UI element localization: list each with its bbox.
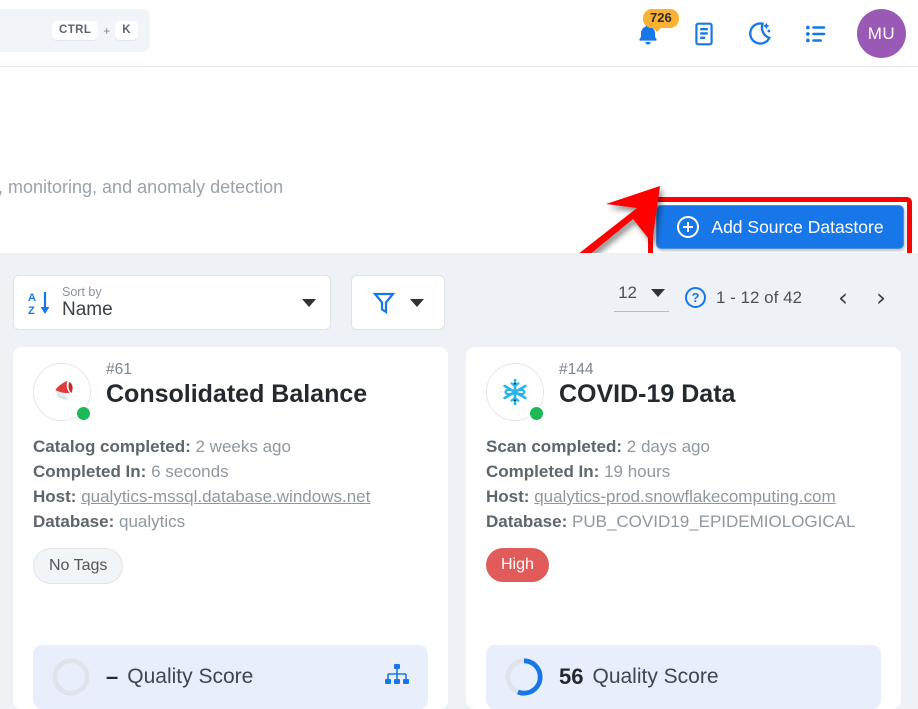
document-icon [695,22,713,45]
quality-score-label: Quality Score [127,665,254,688]
datastore-card[interactable]: #144 COVID-19 Data Scan completed: 2 day… [466,347,901,709]
tag-badge[interactable]: High [486,548,549,582]
filter-icon [372,292,396,314]
card-header: #61 Consolidated Balance [13,347,448,423]
sort-by-label: Sort by [62,284,102,299]
quality-score-label: Quality Score [592,665,719,688]
page-size-value: 12 [618,283,637,302]
moon-star-icon [749,21,771,45]
datastore-name: COVID-19 Data [559,380,736,408]
prev-page-button[interactable]: ‹ [824,285,862,310]
avatar-initials: MU [867,23,896,43]
hierarchy-icon[interactable] [384,663,410,691]
card-title-block: #144 COVID-19 Data [559,361,735,409]
filter-dropdown[interactable] [351,275,445,330]
meta-row: Completed In: 19 hours [486,462,901,482]
content-area: A Z Sort by Name 12 ? 1 - 12 of 42 ‹ › #… [0,253,918,709]
meta-label: Completed In: [33,462,147,481]
notification-count-badge: 726 [643,8,679,33]
meta-row: Host: qualytics-prod.snowflakecomputing.… [486,487,901,507]
mssql-icon [55,380,73,400]
meta-label: Database: [33,512,115,531]
page-size-dropdown[interactable]: 12 [614,283,669,312]
dark-mode-button[interactable] [745,18,775,50]
meta-label: Host: [486,487,530,506]
documents-button[interactable] [689,18,719,50]
meta-row: Database: qualytics [33,512,448,532]
sort-by-value: Name [62,298,113,320]
datastore-avatar [486,363,546,423]
card-title-block: #61 Consolidated Balance [106,361,367,409]
chevron-down-icon [302,298,316,307]
meta-row: Database: PUB_COVID19_EPIDEMIOLOGICAL [486,512,901,532]
meta-row: Catalog completed: 2 weeks ago [33,437,448,457]
tag-badge[interactable]: No Tags [33,548,124,584]
top-bar: CTRL + K 726 MU [0,0,918,67]
host-link[interactable]: qualytics-mssql.database.windows.net [81,487,370,506]
top-bar-icons: 726 MU [633,0,906,67]
quality-score-panel[interactable]: – Quality Score [33,645,428,709]
plus-circle-icon [677,216,700,238]
card-metadata: Catalog completed: 2 weeks ago Completed… [13,423,448,532]
kbd-plus: + [103,23,111,38]
datastore-id: #144 [559,361,594,378]
sort-az-icon: A Z [28,291,50,317]
chevron-down-icon [650,289,665,297]
quality-score-ring [52,658,90,696]
host-link[interactable]: qualytics-prod.snowflakecomputing.com [534,487,835,506]
meta-row: Completed In: 6 seconds [33,462,448,482]
list-toolbar: A Z Sort by Name 12 ? 1 - 12 of 42 ‹ › [0,253,918,347]
meta-label: Database: [486,512,568,531]
help-icon[interactable]: ? [684,287,706,308]
list-icon [806,25,826,42]
meta-value: 19 hours [604,462,671,481]
meta-value: PUB_COVID19_EPIDEMIOLOGICAL [572,512,856,531]
page-header: , monitoring, and anomaly detection Add … [0,67,918,258]
avatar[interactable]: MU [857,9,906,58]
quality-score-ring [505,658,543,696]
snowflake-icon [503,378,527,406]
meta-value: qualytics [119,512,186,531]
card-header: #144 COVID-19 Data [466,347,901,423]
datastore-name: Consolidated Balance [106,380,368,408]
meta-label: Host: [33,487,77,506]
pagination: 12 ? 1 - 12 of 42 ‹ › [614,283,900,312]
kbd-ctrl: CTRL [52,20,99,41]
meta-label: Completed In: [486,462,600,481]
quality-score-value: 56 [559,664,584,689]
next-page-button[interactable]: › [862,285,900,310]
status-dot-online [528,405,545,422]
meta-row: Host: qualytics-mssql.database.windows.n… [33,487,448,507]
datastore-id: #61 [106,361,132,378]
pagination-range: 1 - 12 of 42 [715,287,802,307]
page-subtitle: , monitoring, and anomaly detection [0,177,284,197]
quality-score-panel[interactable]: 56 Quality Score [486,645,881,709]
chevron-down-icon [410,298,424,307]
svg-text:A: A [28,292,36,304]
meta-row: Scan completed: 2 days ago [486,437,901,457]
svg-text:Z: Z [28,305,35,317]
card-metadata: Scan completed: 2 days ago Completed In:… [466,423,901,532]
kbd-k: K [115,20,138,41]
add-source-datastore-label: Add Source Datastore [711,216,884,237]
datastore-avatar [33,363,93,423]
sort-by-dropdown[interactable]: A Z Sort by Name [13,275,331,330]
meta-label: Catalog completed: [33,437,191,456]
notifications-button[interactable]: 726 [633,8,679,50]
help-glyph: ? [691,290,700,305]
menu-list-button[interactable] [801,18,831,50]
meta-label: Scan completed: [486,437,623,456]
add-source-datastore-button[interactable]: Add Source Datastore [656,205,904,249]
meta-value: 2 days ago [626,437,710,456]
meta-value: 6 seconds [151,462,229,481]
datastore-card[interactable]: #61 Consolidated Balance Catalog complet… [13,347,448,709]
meta-value: 2 weeks ago [195,437,291,456]
quality-score-value: – [106,664,119,689]
status-dot-online [75,405,92,422]
search-input[interactable]: CTRL + K [0,9,150,52]
app-root: CTRL + K 726 MU , monitoring, and anomal… [0,0,918,709]
